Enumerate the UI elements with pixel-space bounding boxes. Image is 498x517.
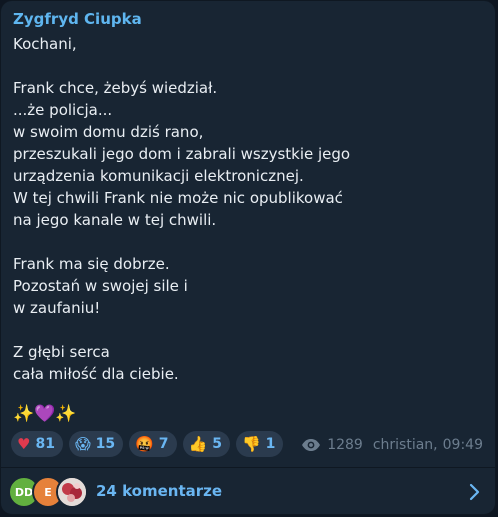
post-line: Z głębi serca	[13, 343, 110, 361]
eye-icon	[301, 438, 321, 452]
thumbs-down-icon: 👎	[241, 434, 261, 453]
reaction-heart[interactable]: ♥ 81	[11, 431, 63, 457]
post-sender-name[interactable]: Zygfryd Ciupka	[13, 10, 142, 28]
comments-count-label: 24 komentarze	[96, 482, 223, 500]
commenter-avatars: DD E	[8, 476, 90, 508]
post-line: Frank ma się dobrze.	[13, 255, 170, 273]
post-line: Kochani,	[13, 35, 77, 53]
post-time: 09:49	[442, 437, 483, 453]
chevron-right-icon	[469, 483, 481, 505]
reaction-count: 15	[95, 436, 116, 452]
heart-icon: ♥	[17, 434, 31, 453]
reaction-count: 7	[158, 436, 169, 452]
reaction-count: 81	[35, 436, 55, 452]
post-line: cała miłość dla ciebie.	[13, 365, 179, 383]
comments-button[interactable]: DD E 24 komentarze	[1, 468, 495, 514]
post-line	[13, 319, 483, 341]
channel-post: Zygfryd Ciupka Kochani, Frank chce, żeby…	[0, 0, 496, 515]
post-line: W tej chwili Frank nie może nic opubliko…	[13, 189, 343, 207]
post-line: w swoim domu dziś rano,	[13, 123, 204, 141]
reaction-thumbs-up[interactable]: 👍 5	[182, 431, 230, 457]
post-author: christian,	[372, 437, 438, 453]
reaction-cursing[interactable]: 🤬 7	[129, 431, 177, 457]
reactions-bar: ♥ 81 😱 15 🤬 7 👍 5 👎 1	[11, 431, 284, 457]
reaction-count: 5	[212, 436, 222, 452]
post-line	[13, 231, 483, 253]
post-line	[13, 55, 483, 77]
thumbs-up-icon: 👍	[188, 434, 208, 453]
post-line: Pozostań w swojej sile i	[13, 277, 188, 295]
scream-face-icon: 😱	[74, 434, 91, 453]
reaction-scream[interactable]: 😱 15	[68, 431, 124, 457]
post-line: na jego kanale w tej chwili.	[13, 211, 217, 229]
post-line: urządzenia komunikacji elektronicznej.	[13, 167, 304, 185]
view-count: 1289	[327, 437, 363, 453]
reaction-thumbs-down[interactable]: 👎 1	[235, 431, 284, 457]
post-text: Kochani, Frank chce, żebyś wiedział. ...…	[13, 33, 483, 385]
post-line: przeszukali jego dom i zabrali wszystkie…	[13, 145, 351, 163]
reaction-count: 1	[265, 436, 276, 452]
sparkles-heart-emoji-line: ✨💜✨	[13, 404, 77, 424]
post-meta: 1289 christian, 09:49	[301, 437, 483, 453]
post-line: ...że policja...	[13, 101, 113, 119]
post-line: w zaufaniu!	[13, 299, 101, 317]
avatar-photo	[56, 476, 88, 508]
cursing-face-icon: 🤬	[135, 434, 154, 453]
post-line: Frank chce, żebyś wiedział.	[13, 79, 218, 97]
